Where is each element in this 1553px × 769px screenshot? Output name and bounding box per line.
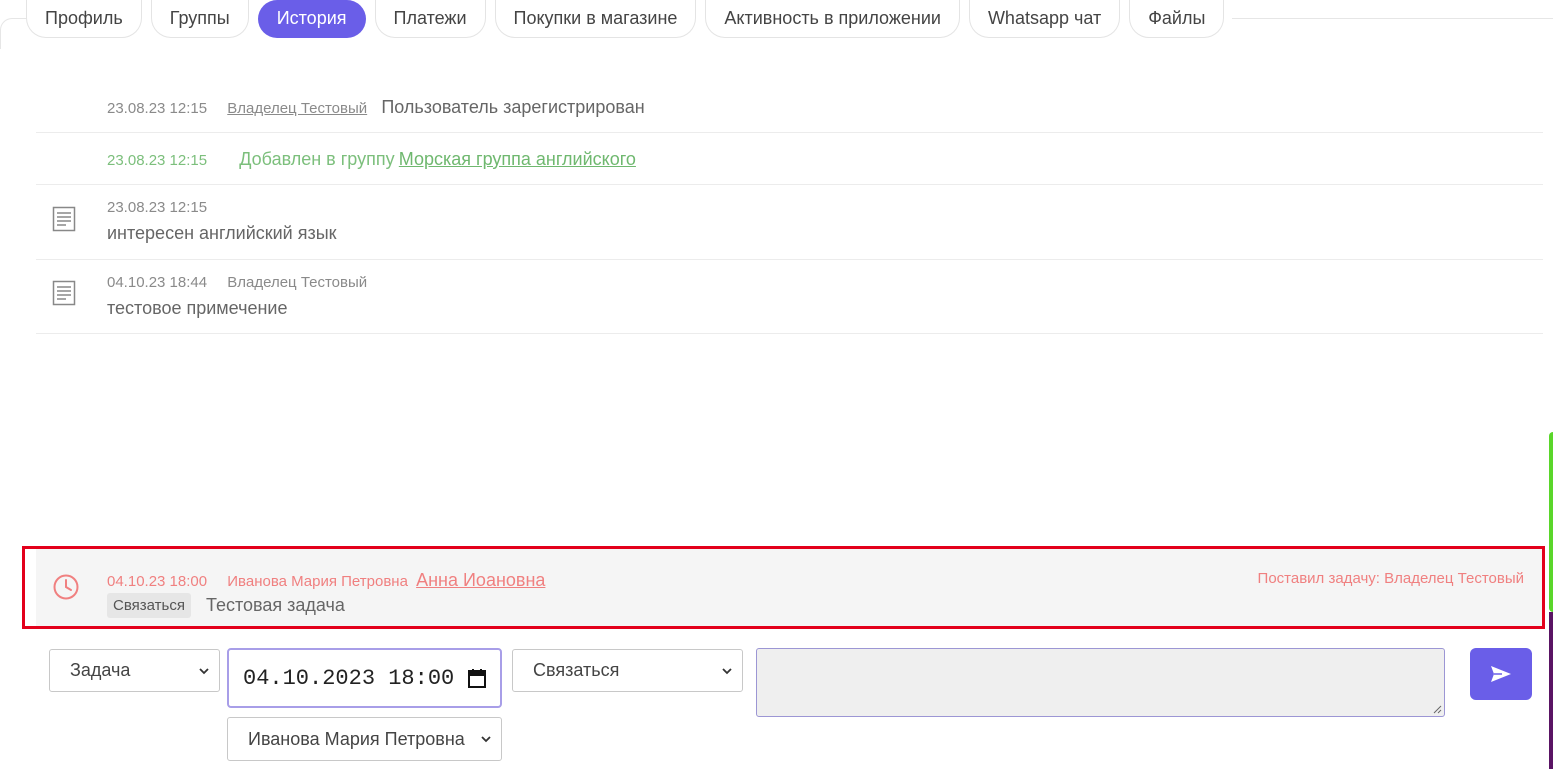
note-text: интересен английский язык	[107, 223, 337, 243]
datetime-value: 04.10.2023 18:00	[243, 665, 455, 691]
resize-grip-icon[interactable]	[1432, 704, 1442, 714]
tab-whatsapp-chat[interactable]: Whatsapp чат	[968, 0, 1121, 38]
history-row-registration: 23.08.23 12:15 Владелец Тестовый Пользов…	[36, 80, 1543, 133]
author-link[interactable]: Владелец Тестовый	[227, 100, 367, 117]
tab-history[interactable]: История	[257, 0, 366, 38]
history-row-note: 04.10.23 18:44 Владелец Тестовый тестово…	[36, 259, 1543, 334]
history-time: 23.08.23 12:15	[107, 199, 208, 216]
highlight-frame	[22, 546, 1545, 629]
history-time: 04.10.23 18:44	[107, 274, 208, 291]
datetime-input[interactable]: 04.10.2023 18:00	[227, 648, 502, 708]
send-icon	[1491, 666, 1511, 682]
message-textarea[interactable]	[756, 648, 1445, 717]
calendar-icon[interactable]	[468, 668, 486, 688]
history-meta: 23.08.23 12:15	[107, 199, 207, 216]
tab-bar: Профиль Группы История Платежи Покупки в…	[26, 0, 1225, 40]
assignee-select[interactable]: Иванова Мария Петровна	[227, 717, 502, 761]
history-row-group-add: 23.08.23 12:15 Добавлен в группу Морская…	[36, 132, 1543, 185]
tab-files[interactable]: Файлы	[1129, 0, 1225, 38]
type-select[interactable]: Задача	[49, 649, 220, 692]
history-text: Добавлен в группу	[239, 149, 395, 169]
note-icon	[52, 280, 76, 306]
history-meta: 23.08.23 12:15 Добавлен в группу Морская…	[107, 149, 636, 170]
tabs-divider	[1232, 18, 1553, 19]
history-meta: 04.10.23 18:44 Владелец Тестовый	[107, 274, 367, 291]
note-text: тестовое примечение	[107, 298, 288, 318]
history-row-note: 23.08.23 12:15 интересен английский язык	[36, 184, 1543, 260]
history-time: 23.08.23 12:15	[107, 152, 208, 169]
chevron-down-icon	[199, 667, 209, 674]
history-author: Владелец Тестовый	[227, 274, 368, 291]
history-text: Пользователь зарегистрирован	[381, 97, 645, 117]
chevron-down-icon	[722, 667, 732, 674]
note-icon	[52, 206, 76, 232]
side-widget-tab[interactable]	[1549, 432, 1553, 612]
tab-groups[interactable]: Группы	[150, 0, 249, 38]
tab-app-activity[interactable]: Активность в приложении	[705, 0, 960, 38]
group-link[interactable]: Морская группа английского	[399, 149, 636, 169]
history-time: 23.08.23 12:15	[107, 100, 208, 117]
send-button[interactable]	[1470, 648, 1532, 700]
tab-shop-purchases[interactable]: Покупки в магазине	[494, 0, 697, 38]
assignee-select-value: Иванова Мария Петровна	[248, 728, 465, 749]
chevron-down-icon	[481, 736, 491, 743]
side-widget-tab[interactable]	[1549, 612, 1553, 769]
history-meta: 23.08.23 12:15 Владелец Тестовый Пользов…	[107, 97, 645, 118]
panel-edge	[0, 18, 27, 49]
action-select[interactable]: Связаться	[512, 649, 743, 692]
action-select-value: Связаться	[533, 660, 620, 680]
tab-payments[interactable]: Платежи	[374, 0, 486, 38]
type-select-value: Задача	[70, 660, 131, 680]
tab-profile[interactable]: Профиль	[26, 0, 142, 38]
